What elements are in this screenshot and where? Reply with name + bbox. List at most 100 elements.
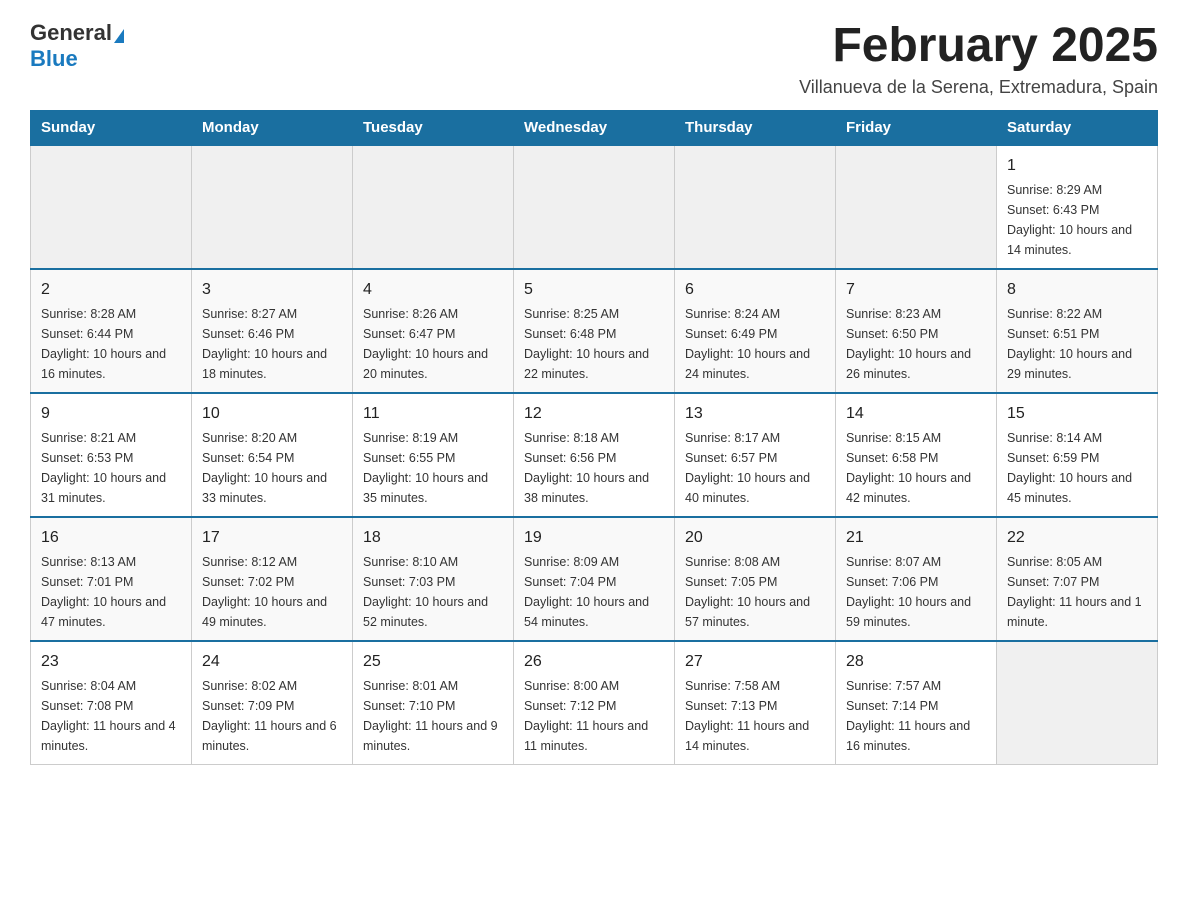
- day-info: Sunrise: 8:08 AM Sunset: 7:05 PM Dayligh…: [685, 552, 825, 632]
- day-info: Sunrise: 8:25 AM Sunset: 6:48 PM Dayligh…: [524, 304, 664, 384]
- day-number: 26: [524, 650, 664, 674]
- calendar-cell: [192, 145, 353, 269]
- calendar-cell: 6Sunrise: 8:24 AM Sunset: 6:49 PM Daylig…: [675, 269, 836, 393]
- day-number: 6: [685, 278, 825, 302]
- calendar-cell: 4Sunrise: 8:26 AM Sunset: 6:47 PM Daylig…: [353, 269, 514, 393]
- calendar-cell: 12Sunrise: 8:18 AM Sunset: 6:56 PM Dayli…: [514, 393, 675, 517]
- day-number: 1: [1007, 154, 1147, 178]
- day-info: Sunrise: 7:57 AM Sunset: 7:14 PM Dayligh…: [846, 676, 986, 756]
- calendar-cell: 26Sunrise: 8:00 AM Sunset: 7:12 PM Dayli…: [514, 641, 675, 765]
- day-info: Sunrise: 8:15 AM Sunset: 6:58 PM Dayligh…: [846, 428, 986, 508]
- day-number: 2: [41, 278, 181, 302]
- calendar-cell: 19Sunrise: 8:09 AM Sunset: 7:04 PM Dayli…: [514, 517, 675, 641]
- day-info: Sunrise: 8:07 AM Sunset: 7:06 PM Dayligh…: [846, 552, 986, 632]
- day-number: 27: [685, 650, 825, 674]
- calendar-cell: 1Sunrise: 8:29 AM Sunset: 6:43 PM Daylig…: [997, 145, 1158, 269]
- calendar-cell: 13Sunrise: 8:17 AM Sunset: 6:57 PM Dayli…: [675, 393, 836, 517]
- calendar-cell: 17Sunrise: 8:12 AM Sunset: 7:02 PM Dayli…: [192, 517, 353, 641]
- calendar-cell: 23Sunrise: 8:04 AM Sunset: 7:08 PM Dayli…: [31, 641, 192, 765]
- logo-triangle-icon: [114, 29, 124, 43]
- day-info: Sunrise: 8:28 AM Sunset: 6:44 PM Dayligh…: [41, 304, 181, 384]
- day-info: Sunrise: 8:23 AM Sunset: 6:50 PM Dayligh…: [846, 304, 986, 384]
- calendar-cell: [31, 145, 192, 269]
- calendar-cell: 2Sunrise: 8:28 AM Sunset: 6:44 PM Daylig…: [31, 269, 192, 393]
- day-info: Sunrise: 8:19 AM Sunset: 6:55 PM Dayligh…: [363, 428, 503, 508]
- day-number: 18: [363, 526, 503, 550]
- calendar-cell: 21Sunrise: 8:07 AM Sunset: 7:06 PM Dayli…: [836, 517, 997, 641]
- calendar-cell: 7Sunrise: 8:23 AM Sunset: 6:50 PM Daylig…: [836, 269, 997, 393]
- calendar-cell: 28Sunrise: 7:57 AM Sunset: 7:14 PM Dayli…: [836, 641, 997, 765]
- header-sunday: Sunday: [31, 110, 192, 145]
- logo-blue: Blue: [30, 46, 78, 71]
- calendar-cell: [514, 145, 675, 269]
- header-monday: Monday: [192, 110, 353, 145]
- logo-text: General: [30, 20, 124, 46]
- day-info: Sunrise: 8:14 AM Sunset: 6:59 PM Dayligh…: [1007, 428, 1147, 508]
- day-number: 14: [846, 402, 986, 426]
- day-info: Sunrise: 8:22 AM Sunset: 6:51 PM Dayligh…: [1007, 304, 1147, 384]
- day-info: Sunrise: 8:17 AM Sunset: 6:57 PM Dayligh…: [685, 428, 825, 508]
- week-row-2: 2Sunrise: 8:28 AM Sunset: 6:44 PM Daylig…: [31, 269, 1158, 393]
- header-friday: Friday: [836, 110, 997, 145]
- header-tuesday: Tuesday: [353, 110, 514, 145]
- day-info: Sunrise: 8:12 AM Sunset: 7:02 PM Dayligh…: [202, 552, 342, 632]
- calendar-cell: 5Sunrise: 8:25 AM Sunset: 6:48 PM Daylig…: [514, 269, 675, 393]
- calendar-cell: 15Sunrise: 8:14 AM Sunset: 6:59 PM Dayli…: [997, 393, 1158, 517]
- day-number: 28: [846, 650, 986, 674]
- calendar-cell: 9Sunrise: 8:21 AM Sunset: 6:53 PM Daylig…: [31, 393, 192, 517]
- day-number: 3: [202, 278, 342, 302]
- day-number: 21: [846, 526, 986, 550]
- week-row-1: 1Sunrise: 8:29 AM Sunset: 6:43 PM Daylig…: [31, 145, 1158, 269]
- day-number: 24: [202, 650, 342, 674]
- calendar-cell: [675, 145, 836, 269]
- calendar-cell: 8Sunrise: 8:22 AM Sunset: 6:51 PM Daylig…: [997, 269, 1158, 393]
- day-number: 9: [41, 402, 181, 426]
- calendar-cell: [997, 641, 1158, 765]
- calendar-cell: 25Sunrise: 8:01 AM Sunset: 7:10 PM Dayli…: [353, 641, 514, 765]
- day-number: 5: [524, 278, 664, 302]
- calendar-cell: 20Sunrise: 8:08 AM Sunset: 7:05 PM Dayli…: [675, 517, 836, 641]
- calendar-cell: 22Sunrise: 8:05 AM Sunset: 7:07 PM Dayli…: [997, 517, 1158, 641]
- month-title: February 2025: [799, 20, 1158, 73]
- day-info: Sunrise: 8:05 AM Sunset: 7:07 PM Dayligh…: [1007, 552, 1147, 632]
- day-number: 17: [202, 526, 342, 550]
- day-number: 4: [363, 278, 503, 302]
- day-info: Sunrise: 8:27 AM Sunset: 6:46 PM Dayligh…: [202, 304, 342, 384]
- calendar-cell: 11Sunrise: 8:19 AM Sunset: 6:55 PM Dayli…: [353, 393, 514, 517]
- logo: General Blue: [30, 20, 124, 72]
- day-number: 15: [1007, 402, 1147, 426]
- day-info: Sunrise: 8:01 AM Sunset: 7:10 PM Dayligh…: [363, 676, 503, 756]
- day-number: 23: [41, 650, 181, 674]
- week-row-5: 23Sunrise: 8:04 AM Sunset: 7:08 PM Dayli…: [31, 641, 1158, 765]
- calendar-cell: 24Sunrise: 8:02 AM Sunset: 7:09 PM Dayli…: [192, 641, 353, 765]
- day-number: 16: [41, 526, 181, 550]
- day-info: Sunrise: 8:00 AM Sunset: 7:12 PM Dayligh…: [524, 676, 664, 756]
- day-number: 13: [685, 402, 825, 426]
- day-number: 20: [685, 526, 825, 550]
- day-info: Sunrise: 8:13 AM Sunset: 7:01 PM Dayligh…: [41, 552, 181, 632]
- calendar-header-row: Sunday Monday Tuesday Wednesday Thursday…: [31, 110, 1158, 145]
- calendar-cell: 16Sunrise: 8:13 AM Sunset: 7:01 PM Dayli…: [31, 517, 192, 641]
- calendar-cell: 18Sunrise: 8:10 AM Sunset: 7:03 PM Dayli…: [353, 517, 514, 641]
- calendar-cell: [836, 145, 997, 269]
- calendar-cell: 10Sunrise: 8:20 AM Sunset: 6:54 PM Dayli…: [192, 393, 353, 517]
- calendar-table: Sunday Monday Tuesday Wednesday Thursday…: [30, 110, 1158, 765]
- day-info: Sunrise: 7:58 AM Sunset: 7:13 PM Dayligh…: [685, 676, 825, 756]
- calendar-cell: [353, 145, 514, 269]
- week-row-4: 16Sunrise: 8:13 AM Sunset: 7:01 PM Dayli…: [31, 517, 1158, 641]
- day-number: 25: [363, 650, 503, 674]
- calendar-cell: 3Sunrise: 8:27 AM Sunset: 6:46 PM Daylig…: [192, 269, 353, 393]
- header-saturday: Saturday: [997, 110, 1158, 145]
- day-info: Sunrise: 8:20 AM Sunset: 6:54 PM Dayligh…: [202, 428, 342, 508]
- day-info: Sunrise: 8:18 AM Sunset: 6:56 PM Dayligh…: [524, 428, 664, 508]
- calendar-cell: 27Sunrise: 7:58 AM Sunset: 7:13 PM Dayli…: [675, 641, 836, 765]
- day-info: Sunrise: 8:29 AM Sunset: 6:43 PM Dayligh…: [1007, 180, 1147, 260]
- day-info: Sunrise: 8:09 AM Sunset: 7:04 PM Dayligh…: [524, 552, 664, 632]
- page-header: General Blue February 2025 Villanueva de…: [30, 20, 1158, 98]
- calendar-cell: 14Sunrise: 8:15 AM Sunset: 6:58 PM Dayli…: [836, 393, 997, 517]
- day-number: 8: [1007, 278, 1147, 302]
- logo-general: General: [30, 20, 112, 45]
- day-number: 11: [363, 402, 503, 426]
- day-info: Sunrise: 8:24 AM Sunset: 6:49 PM Dayligh…: [685, 304, 825, 384]
- title-block: February 2025 Villanueva de la Serena, E…: [799, 20, 1158, 98]
